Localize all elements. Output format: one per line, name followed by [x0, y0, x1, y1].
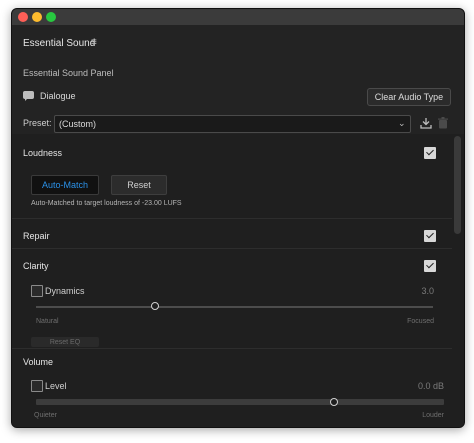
dynamics-checkbox[interactable] — [31, 285, 43, 297]
panel-content: Loudness Auto-Match Reset Auto-Matched t… — [12, 134, 464, 427]
panel-header: Essential Sound ≡ — [12, 25, 464, 61]
level-checkbox[interactable] — [31, 380, 43, 392]
minimize-window-button[interactable] — [32, 12, 42, 22]
dynamics-slider-track[interactable] — [36, 306, 433, 308]
clarity-label[interactable]: Clarity — [23, 261, 49, 271]
level-label: Level — [45, 381, 67, 391]
hamburger-menu-icon[interactable]: ≡ — [91, 37, 97, 48]
level-value[interactable]: 0.0 dB — [388, 381, 444, 391]
level-min-label: Quieter — [34, 412, 57, 419]
dynamics-min-label: Natural — [36, 318, 59, 325]
preset-select[interactable]: (Custom) — [54, 115, 411, 133]
loudness-section: Loudness Auto-Match Reset Auto-Matched t… — [12, 134, 452, 218]
download-preset-icon[interactable] — [420, 117, 432, 129]
clear-audio-type-button[interactable]: Clear Audio Type — [367, 88, 451, 106]
reset-button[interactable]: Reset — [111, 175, 167, 195]
level-max-label: Louder — [422, 412, 444, 419]
preset-label: Preset: — [23, 118, 52, 128]
dynamics-label: Dynamics — [45, 286, 85, 296]
scrollbar-thumb[interactable] — [454, 136, 461, 234]
loudness-label[interactable]: Loudness — [23, 148, 62, 158]
repair-section: Repair — [12, 218, 452, 249]
panel-toolbar: Essential Sound Panel Dialogue Clear Aud… — [12, 60, 464, 133]
close-window-button[interactable] — [18, 12, 28, 22]
volume-section: Volume Level 0.0 dB Quieter Louder — [12, 348, 452, 427]
dynamics-value[interactable]: 3.0 — [392, 286, 434, 296]
audio-type-label: Dialogue — [40, 91, 76, 101]
level-slider-handle[interactable] — [329, 398, 338, 406]
window-titlebar[interactable] — [12, 9, 464, 25]
auto-match-button[interactable]: Auto-Match — [31, 175, 99, 195]
volume-label[interactable]: Volume — [23, 357, 53, 367]
repair-label[interactable]: Repair — [23, 231, 50, 241]
loudness-checkbox[interactable] — [424, 147, 436, 159]
repair-checkbox[interactable] — [424, 230, 436, 242]
loudness-info: Auto-Matched to target loudness of -23.0… — [31, 200, 182, 207]
clarity-partial-button[interactable]: Reset EQ — [31, 337, 99, 347]
dynamics-slider-handle[interactable] — [151, 302, 160, 310]
panel-subtitle: Essential Sound Panel — [23, 68, 114, 78]
level-slider-track[interactable] — [36, 399, 444, 405]
zoom-window-button[interactable] — [46, 12, 56, 22]
trash-icon[interactable] — [438, 117, 448, 129]
dynamics-max-label: Focused — [407, 318, 434, 325]
speech-bubble-icon — [23, 91, 34, 101]
essential-sound-window: Essential Sound ≡ Essential Sound Panel … — [11, 8, 465, 428]
clarity-checkbox[interactable] — [424, 260, 436, 272]
clarity-section: Clarity Dynamics 3.0 Natural Focused Res… — [12, 248, 452, 349]
chevron-down-icon[interactable]: ⌄ — [398, 115, 406, 131]
panel-title[interactable]: Essential Sound — [23, 38, 95, 49]
